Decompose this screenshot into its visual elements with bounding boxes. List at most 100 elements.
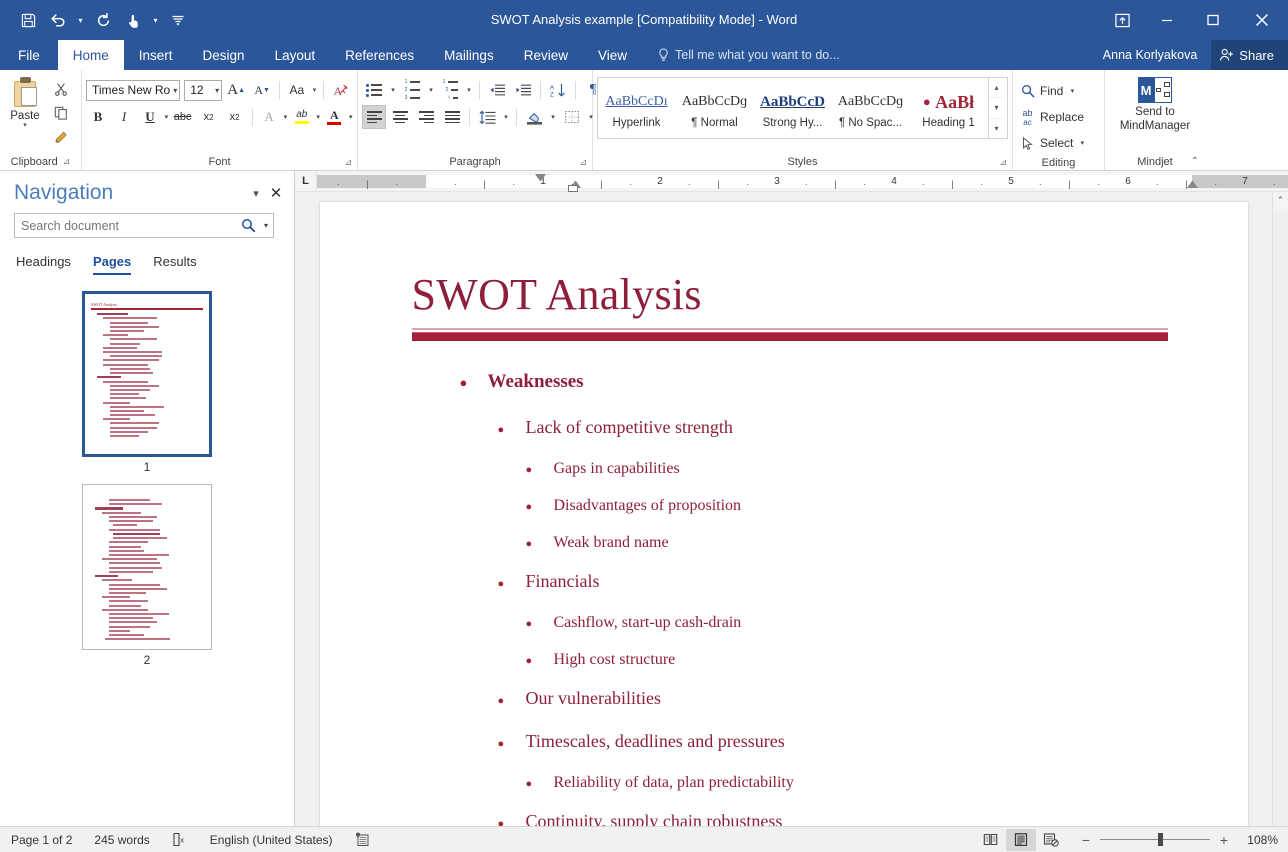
tab-file[interactable]: File <box>0 40 58 70</box>
select-button[interactable]: Select ▾ <box>1019 131 1087 155</box>
proofing-errors-icon[interactable]: x <box>161 827 199 852</box>
vertical-scrollbar[interactable]: ⌃ <box>1272 192 1288 826</box>
page-indicator[interactable]: Page 1 of 2 <box>0 827 83 852</box>
document-body[interactable]: ●Weaknesses●Lack of competitive strength… <box>412 371 1168 826</box>
find-dropdown-icon[interactable]: ▾ <box>1067 79 1077 103</box>
chevron-down-icon[interactable]: ▾ <box>170 86 177 95</box>
highlight-dropdown-icon[interactable]: ▾ <box>316 105 321 129</box>
ribbon-display-options-icon[interactable] <box>1100 0 1144 40</box>
font-size-combo[interactable]: 12 ▾ <box>184 80 222 101</box>
font-color-dropdown-icon[interactable]: ▾ <box>348 105 353 129</box>
redo-icon[interactable] <box>89 7 117 33</box>
copy-icon[interactable] <box>50 102 72 123</box>
multilevel-list-icon[interactable]: 1 2 i <box>438 78 462 102</box>
page-thumbnail-item[interactable]: 2 <box>82 484 212 667</box>
search-document-box[interactable]: ▾ <box>14 213 274 238</box>
clear-formatting-icon[interactable]: A <box>329 78 353 102</box>
shading-icon[interactable] <box>522 105 546 129</box>
document-page[interactable]: SWOT Analysis ●Weaknesses●Lack of compet… <box>320 202 1248 826</box>
font-name-combo[interactable]: Times New Ro ▾ <box>86 80 180 101</box>
close-button[interactable] <box>1236 0 1288 40</box>
navigation-pane-close-icon[interactable]: ✕ <box>266 183 286 203</box>
tab-layout[interactable]: Layout <box>260 40 331 70</box>
italic-button[interactable]: I <box>112 105 136 129</box>
zoom-out-button[interactable]: − <box>1080 832 1092 848</box>
print-layout-icon[interactable] <box>1006 829 1036 851</box>
tab-view[interactable]: View <box>583 40 642 70</box>
style-strong-hyperlink[interactable]: AaBbCcD Strong Hy... <box>754 78 832 138</box>
clipboard-dialog-launcher-icon[interactable]: ⊿ <box>63 156 71 167</box>
underline-dropdown-icon[interactable]: ▾ <box>164 105 169 129</box>
tab-references[interactable]: References <box>330 40 429 70</box>
styles-dialog-launcher-icon[interactable]: ⊿ <box>999 157 1007 168</box>
tell-me-box[interactable]: Tell me what you want to do... <box>658 40 840 70</box>
left-indent-marker[interactable] <box>568 185 578 192</box>
zoom-track[interactable] <box>1100 839 1210 840</box>
page-thumbnail-1[interactable]: SWOT Analysis <box>82 291 212 457</box>
tab-review[interactable]: Review <box>509 40 583 70</box>
undo-icon[interactable] <box>44 7 72 33</box>
nav-tab-headings[interactable]: Headings <box>16 254 71 275</box>
replace-button[interactable]: abac Replace <box>1019 105 1087 129</box>
text-highlight-button[interactable]: ab <box>290 105 314 129</box>
tab-home[interactable]: Home <box>58 40 124 70</box>
strikethrough-button[interactable]: abc <box>171 105 195 129</box>
user-name[interactable]: Anna Korlyakova <box>1089 48 1212 62</box>
paste-button[interactable]: Paste ▾ <box>4 75 46 153</box>
numbering-icon[interactable]: 1 2 3 <box>400 78 424 102</box>
nav-tab-results[interactable]: Results <box>153 254 196 275</box>
language-indicator[interactable]: English (United States) <box>199 827 344 852</box>
zoom-level[interactable]: 108% <box>1238 833 1278 847</box>
borders-icon[interactable] <box>560 105 584 129</box>
shrink-font-button[interactable]: A▼ <box>250 78 274 102</box>
maximize-restore-button[interactable] <box>1190 0 1236 40</box>
select-dropdown-icon[interactable]: ▾ <box>1077 131 1087 155</box>
word-count[interactable]: 245 words <box>83 827 160 852</box>
format-painter-icon[interactable] <box>50 126 72 147</box>
share-button[interactable]: Share <box>1211 40 1288 70</box>
style-heading-1[interactable]: ● AaBł Heading 1 <box>910 78 988 138</box>
tab-stop-selector[interactable]: L <box>295 171 317 192</box>
align-center-icon[interactable] <box>388 105 412 129</box>
nav-tab-pages[interactable]: Pages <box>93 254 131 275</box>
numbering-dropdown-icon[interactable]: ▾ <box>426 78 436 102</box>
undo-dropdown-icon[interactable]: ▾ <box>74 7 87 33</box>
search-input[interactable] <box>15 218 237 234</box>
web-layout-icon[interactable] <box>1036 829 1066 851</box>
bullets-dropdown-icon[interactable]: ▾ <box>388 78 398 102</box>
read-mode-icon[interactable] <box>976 829 1006 851</box>
first-line-indent-marker[interactable] <box>535 174 546 181</box>
font-color-button[interactable]: A <box>322 105 346 129</box>
sort-icon[interactable]: AZ <box>546 78 570 102</box>
style-hyperlink[interactable]: AaBbCcDı Hyperlink <box>598 78 676 138</box>
line-spacing-icon[interactable] <box>475 105 499 129</box>
customize-qat-icon[interactable] <box>164 7 192 33</box>
zoom-thumb[interactable] <box>1158 833 1163 846</box>
styles-gallery-scrollbar[interactable]: ▴ ▾ ▾ <box>988 78 1004 138</box>
bullets-icon[interactable] <box>362 78 386 102</box>
multilevel-list-dropdown-icon[interactable]: ▾ <box>464 78 474 102</box>
horizontal-ruler[interactable]: L ·|··|·1·|·2·|·3·|·4·|·5·|·6·|·7· <box>295 171 1288 192</box>
page-thumbnail-item[interactable]: SWOT Analysis <box>82 291 212 474</box>
tab-mailings[interactable]: Mailings <box>429 40 509 70</box>
tab-insert[interactable]: Insert <box>124 40 188 70</box>
collapse-ribbon-icon[interactable]: ⌃ <box>1191 156 1199 167</box>
tab-design[interactable]: Design <box>188 40 260 70</box>
right-indent-marker[interactable] <box>1187 181 1198 188</box>
styles-scroll-up-icon[interactable]: ▴ <box>989 78 1004 98</box>
send-to-mindmanager-button[interactable]: M Send to MindManager <box>1109 75 1201 153</box>
text-effects-dropdown-icon[interactable]: ▾ <box>283 105 288 129</box>
paste-dropdown-icon[interactable]: ▾ <box>23 122 27 130</box>
bold-button[interactable]: B <box>86 105 110 129</box>
align-left-icon[interactable] <box>362 105 386 129</box>
justify-icon[interactable] <box>440 105 464 129</box>
touch-mode-icon[interactable] <box>119 7 147 33</box>
save-icon[interactable] <box>14 7 42 33</box>
increase-indent-icon[interactable] <box>511 78 535 102</box>
styles-more-icon[interactable]: ▾ <box>989 119 1004 138</box>
paragraph-dialog-launcher-icon[interactable]: ⊿ <box>579 157 587 168</box>
shading-dropdown-icon[interactable]: ▾ <box>548 105 558 129</box>
magnifier-icon[interactable] <box>237 218 259 233</box>
search-options-dropdown-icon[interactable]: ▾ <box>259 221 273 230</box>
style-normal[interactable]: AaBbCcDɡ ¶ Normal <box>676 78 754 138</box>
